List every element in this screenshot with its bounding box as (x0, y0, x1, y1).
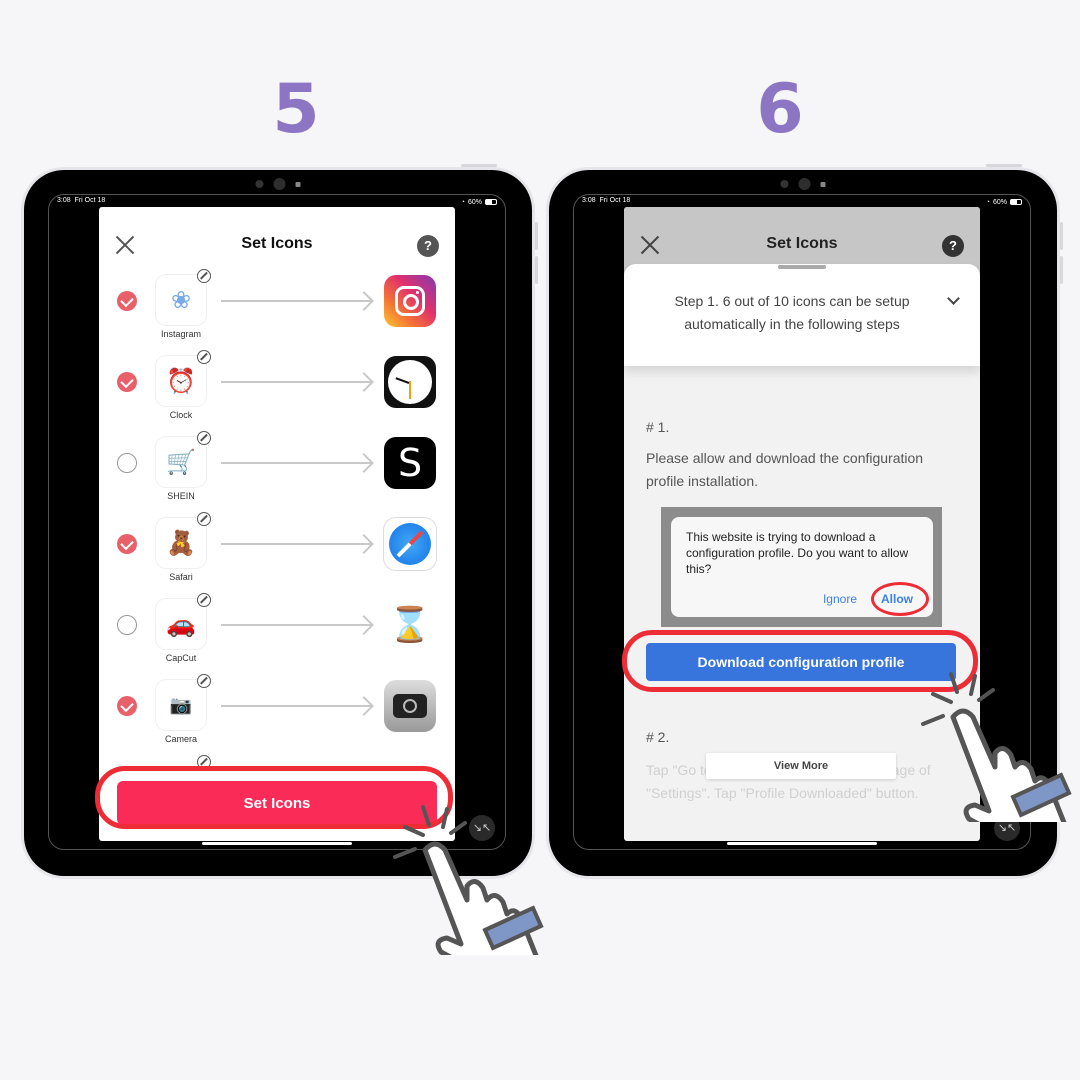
app-name-label: CapCut (165, 653, 197, 663)
battery-percent: 60% (467, 198, 482, 206)
remove-icon[interactable] (197, 674, 211, 688)
ipad-volume-down (1060, 256, 1063, 284)
camera-icon (384, 680, 436, 732)
help-icon[interactable]: ? (942, 235, 964, 257)
custom-icon-thumb[interactable]: 🧸 (156, 518, 206, 568)
view-more-button[interactable]: View More (706, 753, 896, 779)
custom-icon-thumb[interactable]: ⏰ (156, 356, 206, 406)
step-number-5: 5 (272, 70, 320, 149)
status-time: 3:08 (57, 197, 71, 204)
ipad-volume-up (1060, 222, 1063, 250)
chevron-down-icon[interactable] (947, 292, 960, 305)
app-name-label: Clock (169, 410, 193, 420)
highlight-ring-allow (871, 582, 929, 616)
battery-percent: 60% (992, 198, 1007, 206)
wifi-icon: ◔ (460, 198, 465, 206)
arrow-right-icon (221, 381, 371, 383)
set-icons-modal: Set Icons ? ❀ Instagram ⏰ Clock 🛒 SHEIN … (99, 207, 455, 841)
instagram-icon (384, 275, 436, 327)
icon-row-camera: 📷 Camera (99, 674, 455, 755)
app-name-label: SHEIN (167, 491, 195, 501)
arrow-right-icon (221, 462, 371, 464)
icon-row-instagram: ❀ Instagram (99, 269, 455, 350)
capcut-icon: ⌛ (384, 599, 436, 651)
battery-icon (1010, 199, 1022, 205)
home-indicator (202, 842, 352, 845)
row-checkbox-unchecked[interactable] (117, 453, 137, 473)
status-bar: 3:08 Fri Oct 18 ◔ 60% (582, 197, 1022, 207)
row-checkbox-unchecked[interactable] (117, 615, 137, 635)
shein-icon: S (384, 437, 436, 489)
row-checkbox-checked[interactable] (117, 696, 137, 716)
alert-message: This website is trying to download a con… (686, 530, 909, 576)
section-2-heading: # 2. (646, 729, 670, 745)
remove-icon[interactable] (197, 269, 211, 283)
wifi-icon: ◔ (985, 198, 990, 206)
arrow-right-icon (221, 624, 371, 626)
section-1-text: Please allow and download the configurat… (646, 450, 924, 489)
arrow-right-icon (221, 300, 371, 302)
modal-title: Set Icons (241, 235, 313, 252)
custom-icon-thumb[interactable]: 🛒 (156, 437, 206, 487)
step-number-6: 6 (756, 70, 804, 149)
safari-icon (384, 518, 436, 570)
icon-row-safari: 🧸 Safari (99, 512, 455, 593)
section-1-heading: # 1. (646, 419, 670, 435)
row-checkbox-checked[interactable] (117, 291, 137, 311)
ipad-top-button (986, 164, 1022, 167)
remove-icon[interactable] (197, 593, 211, 607)
status-time: 3:08 (582, 197, 596, 204)
ipad-screen: 3:08 Fri Oct 18 ◔ 60% Set Icons ? ❀ Insta… (48, 194, 506, 850)
ipad-volume-up (535, 222, 538, 250)
custom-icon-thumb[interactable]: ❀ (156, 275, 206, 325)
sheet-grabber[interactable] (778, 265, 826, 269)
step-sheet: Step 1. 6 out of 10 icons can be setup a… (624, 264, 980, 366)
status-date: Fri Oct 18 (74, 197, 106, 204)
arrow-right-icon (221, 705, 371, 707)
status-date: Fri Oct 18 (599, 197, 631, 204)
front-camera (780, 178, 826, 190)
icon-row-clock: ⏰ Clock (99, 350, 455, 431)
remove-icon[interactable] (197, 431, 211, 445)
remove-icon[interactable] (197, 512, 211, 526)
modal-title: Set Icons (766, 235, 838, 252)
help-icon[interactable]: ? (417, 235, 439, 257)
step-description: Step 1. 6 out of 10 icons can be setup a… (674, 293, 910, 332)
ipad-top-button (461, 164, 497, 167)
status-bar: 3:08 Fri Oct 18 ◔ 60% (57, 197, 497, 207)
home-indicator (727, 842, 877, 845)
front-camera (255, 178, 301, 190)
ipad-volume-down (535, 256, 538, 284)
remove-icon[interactable] (197, 350, 211, 364)
clock-icon (384, 356, 436, 408)
icon-row-shein: 🛒 SHEIN S (99, 431, 455, 512)
tap-hand-icon-step5 (393, 805, 544, 955)
custom-icon-thumb[interactable]: 🚗 (156, 599, 206, 649)
icon-row-capcut: 🚗 CapCut ⌛ (99, 593, 455, 674)
custom-icon-thumb[interactable]: 📷 (156, 680, 206, 730)
alert-ignore-button[interactable]: Ignore (823, 591, 857, 607)
tap-hand-icon-step6 (921, 672, 1072, 822)
battery-icon (485, 199, 497, 205)
arrow-right-icon (221, 543, 371, 545)
app-name-label: Camera (164, 734, 197, 744)
app-name-label: Safari (169, 572, 193, 582)
row-checkbox-checked[interactable] (117, 372, 137, 392)
row-checkbox-checked[interactable] (117, 534, 137, 554)
app-name-label: Instagram (160, 329, 202, 339)
